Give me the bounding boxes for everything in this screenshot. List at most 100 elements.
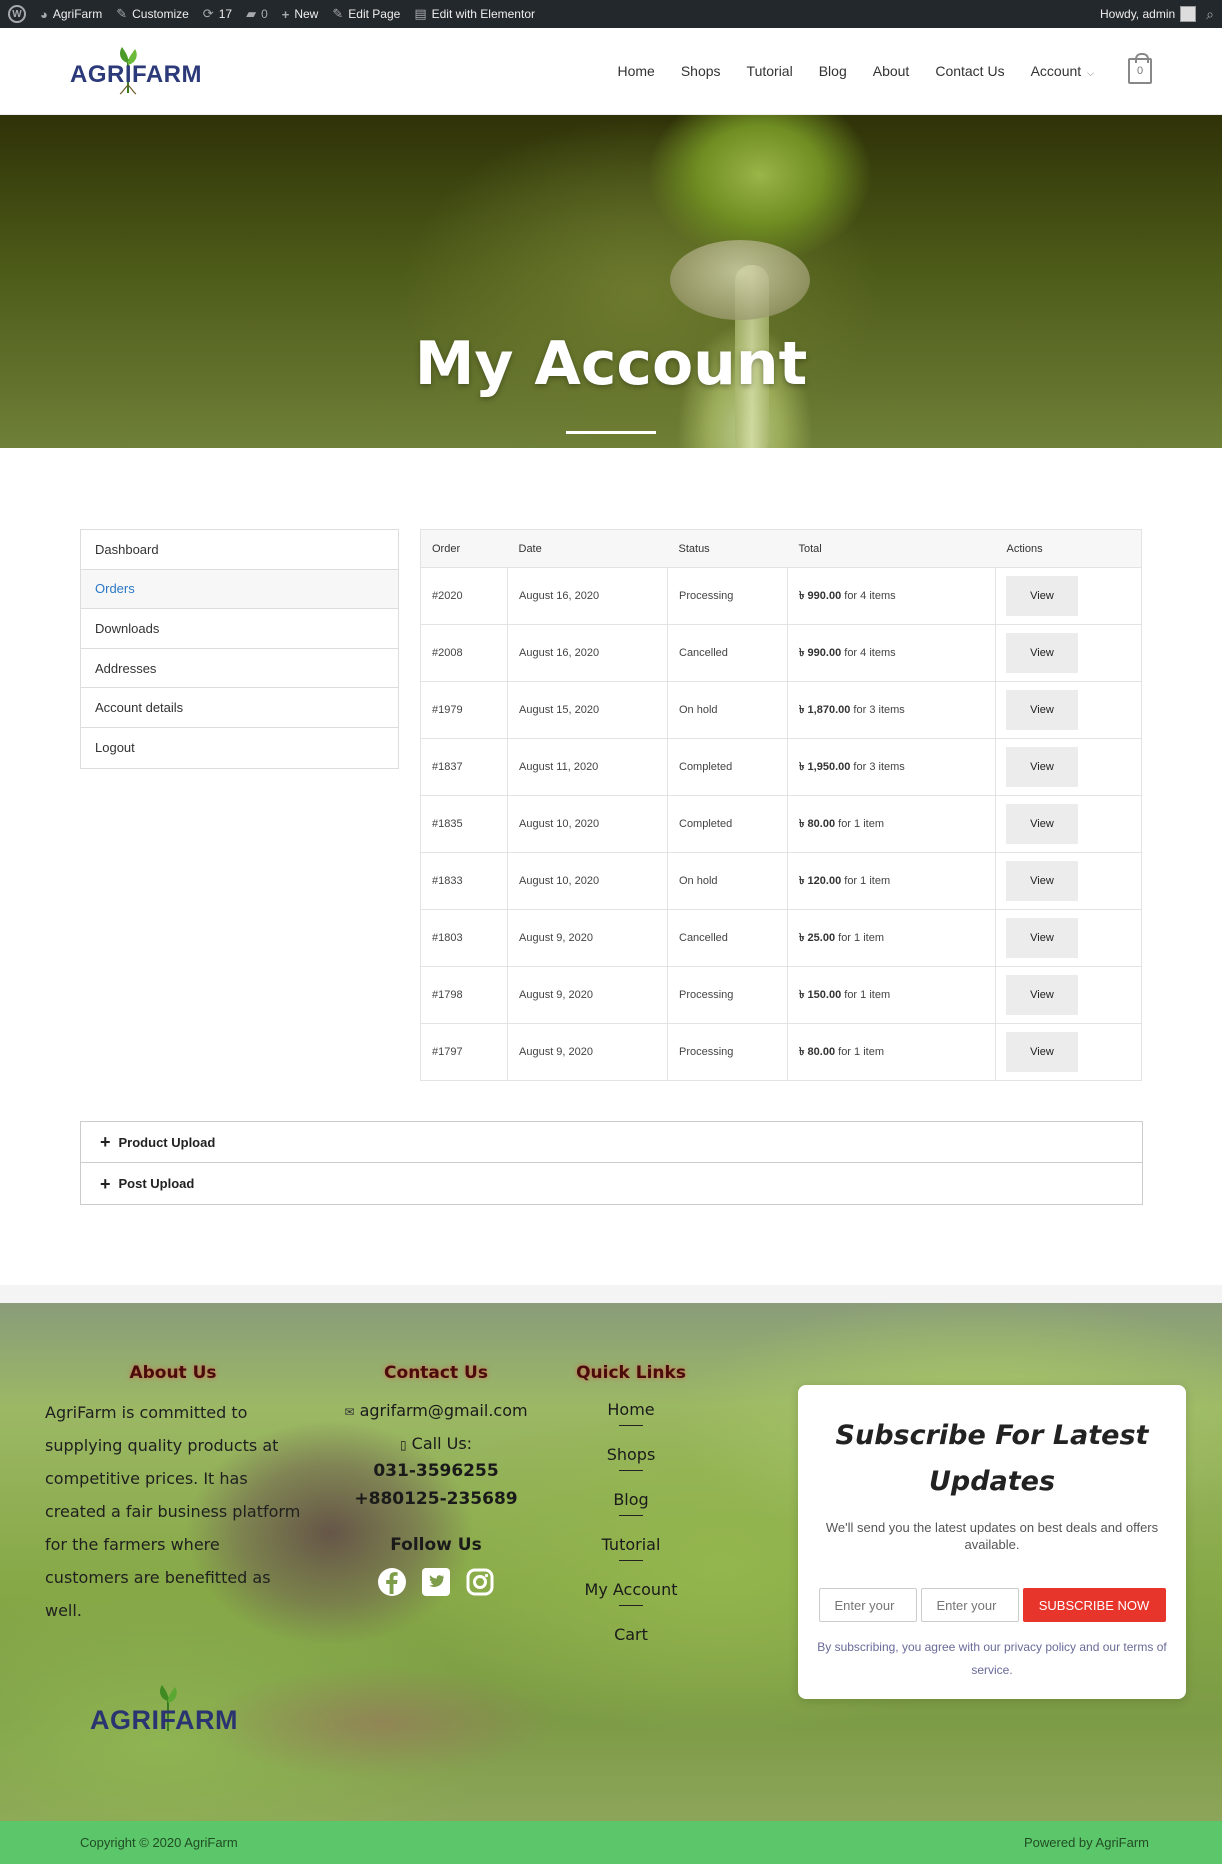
call-us: ▯ Call Us: [320, 1434, 552, 1453]
order-amount: 80.00 [807, 1045, 836, 1058]
product-upload-toggle[interactable]: + Product Upload [81, 1122, 1142, 1163]
view-order-button[interactable]: View [1006, 804, 1078, 844]
view-order-button[interactable]: View [1006, 1032, 1078, 1072]
view-order-button[interactable]: View [1006, 633, 1078, 673]
order-item-count: for 1 item [835, 1045, 884, 1058]
comments-link[interactable]: ▰ 0 [246, 6, 268, 22]
order-total: ৳ 150.00 for 1 item [787, 966, 996, 1024]
wordpress-menu[interactable]: W [8, 5, 26, 23]
quick-links-heading: Quick Links [576, 1363, 686, 1383]
order-number[interactable]: #1833 [420, 852, 508, 910]
order-amount: 990.00 [807, 589, 842, 602]
order-row: #1837 August 11, 2020 Completed ৳ 1,950.00 … [420, 738, 1142, 796]
order-row: #2008 August 16, 2020 Cancelled ৳ 990.00 fo… [420, 624, 1142, 682]
order-amount: 150.00 [807, 988, 842, 1001]
updates-link[interactable]: ⟳ 17 [203, 6, 232, 22]
order-number[interactable]: #1803 [420, 909, 508, 967]
order-row: #1803 August 9, 2020 Cancelled ৳ 25.00 for … [420, 909, 1142, 967]
col-total: Total [787, 529, 996, 568]
search-icon[interactable]: ⌕ [1206, 6, 1214, 23]
order-number[interactable]: #1798 [420, 966, 508, 1024]
order-row: #1798 August 9, 2020 Processing ৳ 150.00 fo… [420, 966, 1142, 1024]
facebook-icon[interactable] [377, 1567, 407, 1597]
order-total: ৳ 80.00 for 1 item [787, 1023, 996, 1081]
view-order-button[interactable]: View [1006, 861, 1078, 901]
quick-link-cart[interactable]: Cart [570, 1625, 692, 1646]
nav-account[interactable]: Account ⌵ [1031, 63, 1094, 79]
quick-link-label: Shops [606, 1445, 656, 1464]
account-menu[interactable]: Howdy, admin [1100, 6, 1197, 22]
site-header: AGRIFARM Home Shops Tutorial Blog About … [0, 28, 1222, 115]
customize-link[interactable]: ✎ Customize [116, 6, 189, 22]
new-content-link[interactable]: + New [282, 7, 319, 22]
order-number[interactable]: #1835 [420, 795, 508, 853]
view-order-button[interactable]: View [1006, 690, 1078, 730]
link-divider [619, 1425, 643, 1426]
nav-contact[interactable]: Contact Us [935, 63, 1004, 79]
howdy-label: Howdy, admin [1100, 7, 1176, 21]
footer-about: About Us AgriFarm is committed to supply… [45, 1363, 305, 1627]
order-amount: 80.00 [807, 817, 836, 830]
social-links [320, 1567, 552, 1597]
order-total: ৳ 80.00 for 1 item [787, 795, 996, 853]
post-upload-toggle[interactable]: + Post Upload [81, 1163, 1142, 1204]
view-order-button[interactable]: View [1006, 747, 1078, 787]
edit-page-link[interactable]: ✎ Edit Page [332, 6, 400, 22]
account-nav-account-details[interactable]: Account details [81, 688, 398, 728]
nav-home[interactable]: Home [617, 63, 654, 79]
link-divider [619, 1515, 643, 1516]
view-order-button[interactable]: View [1006, 975, 1078, 1015]
nav-blog[interactable]: Blog [819, 63, 847, 79]
order-number[interactable]: #2008 [420, 624, 508, 682]
view-order-button[interactable]: View [1006, 918, 1078, 958]
post-upload-label: Post Upload [118, 1176, 195, 1191]
cart-icon[interactable]: 0 [1128, 53, 1152, 84]
phone-number-2[interactable]: +880125-235689 [320, 1489, 552, 1509]
footer-spacer [0, 1285, 1222, 1303]
logo-text: AGRIFARM [70, 61, 202, 88]
quick-link-my-account[interactable]: My Account [570, 1580, 692, 1608]
site-name-link[interactable]: ◕ AgriFarm [40, 7, 102, 22]
nav-shops[interactable]: Shops [681, 63, 721, 79]
order-amount: 990.00 [807, 646, 842, 659]
nav-tutorial[interactable]: Tutorial [747, 63, 793, 79]
account-nav-logout[interactable]: Logout [81, 728, 398, 768]
quick-link-home[interactable]: Home [570, 1400, 692, 1428]
footer-logo[interactable]: AGRIFARM [90, 1683, 260, 1743]
order-number[interactable]: #1979 [420, 681, 508, 739]
quick-link-tutorial[interactable]: Tutorial [570, 1535, 692, 1563]
quick-link-blog[interactable]: Blog [570, 1490, 692, 1518]
site-logo[interactable]: AGRIFARM [70, 43, 202, 99]
quick-link-label: Cart [614, 1625, 648, 1644]
order-date: August 9, 2020 [507, 1023, 668, 1081]
order-status: Cancelled [667, 624, 788, 682]
currency-symbol: ৳ [799, 1045, 805, 1058]
phone-number-1[interactable]: 031-3596255 [320, 1461, 552, 1481]
twitter-icon[interactable] [421, 1567, 451, 1597]
quick-link-shops[interactable]: Shops [570, 1445, 692, 1473]
instagram-icon[interactable] [465, 1567, 495, 1597]
subscribe-button[interactable]: SUBSCRIBE NOW [1022, 1588, 1166, 1622]
about-heading: About Us [129, 1363, 217, 1383]
link-divider [619, 1560, 643, 1561]
account-nav-dashboard[interactable]: Dashboard [81, 530, 398, 570]
account-nav-downloads[interactable]: Downloads [81, 609, 398, 649]
order-row: #2020 August 16, 2020 Processing ৳ 990.00 f… [420, 567, 1142, 625]
powered-by-text: Powered by AgriFarm [1024, 1835, 1149, 1850]
currency-symbol: ৳ [799, 589, 805, 602]
subscribe-name-input[interactable] [818, 1588, 917, 1622]
account-nav-orders[interactable]: Orders [81, 569, 398, 610]
order-number[interactable]: #1837 [420, 738, 508, 796]
subscribe-email-input[interactable] [920, 1588, 1019, 1622]
currency-symbol: ৳ [799, 817, 805, 830]
view-order-button[interactable]: View [1006, 576, 1078, 616]
contact-email[interactable]: ✉ agrifarm@gmail.com [320, 1401, 552, 1420]
footer-quick-links: Quick Links Home Shops Blog Tutorial My … [570, 1363, 692, 1646]
account-nav-addresses[interactable]: Addresses [81, 649, 398, 689]
elementor-link[interactable]: ▤ Edit with Elementor [414, 6, 535, 22]
order-number[interactable]: #1797 [420, 1023, 508, 1081]
order-actions: View [995, 681, 1142, 739]
order-number[interactable]: #2020 [420, 567, 508, 625]
nav-about[interactable]: About [873, 63, 910, 79]
elementor-icon: ▤ [414, 6, 427, 21]
